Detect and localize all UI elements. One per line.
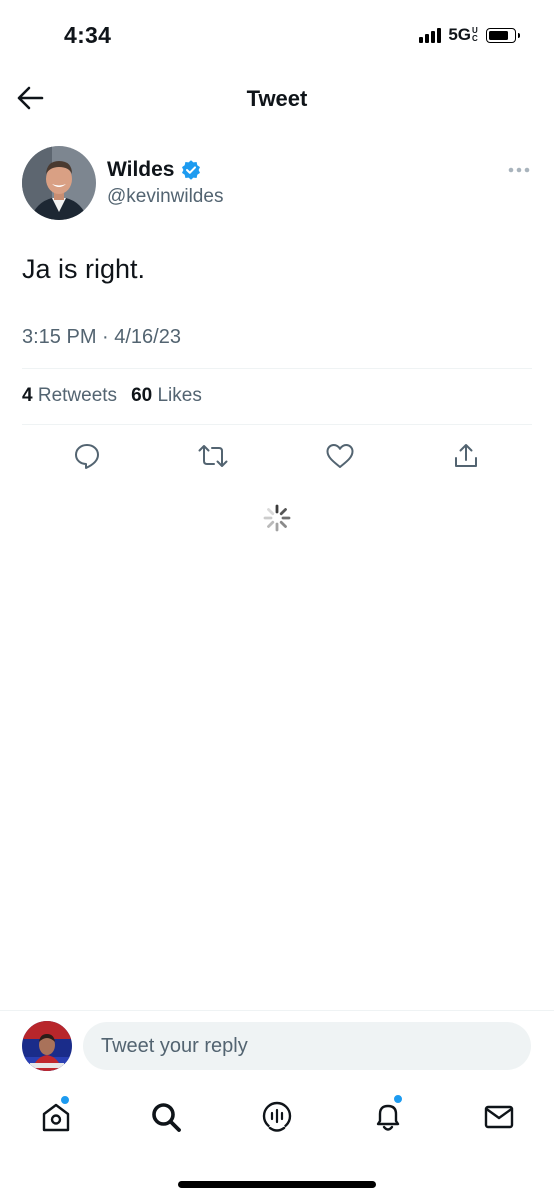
retweet-button[interactable] — [197, 440, 229, 472]
avatar[interactable] — [22, 146, 96, 220]
reply-icon — [75, 444, 99, 469]
like-icon — [326, 444, 354, 468]
reply-button[interactable] — [71, 440, 103, 472]
signal-icon — [419, 27, 442, 43]
network-indicator: 5G UC — [448, 25, 479, 45]
tab-spaces[interactable] — [258, 1098, 296, 1136]
home-indicator[interactable] — [178, 1181, 376, 1188]
share-icon — [455, 444, 477, 467]
loading-spinner-icon — [263, 504, 291, 532]
search-icon — [152, 1103, 181, 1132]
divider — [22, 368, 532, 369]
author-name[interactable]: Wildes — [107, 158, 175, 182]
author-name-row[interactable]: Wildes — [107, 158, 201, 182]
more-options-icon[interactable] — [507, 162, 531, 178]
status-icons: 5G UC — [419, 25, 520, 45]
divider — [22, 424, 532, 425]
author-handle[interactable]: @kevinwildes — [107, 186, 223, 208]
user-avatar[interactable] — [22, 1021, 72, 1071]
home-icon — [42, 1103, 70, 1132]
tab-notifications[interactable] — [369, 1094, 407, 1136]
page-title: Tweet — [246, 86, 308, 111]
tab-messages[interactable] — [480, 1098, 518, 1136]
reply-input[interactable] — [83, 1022, 531, 1070]
notifications-dot — [393, 1094, 403, 1104]
network-suffix: UC — [472, 26, 478, 43]
likes-count: 60 — [131, 385, 153, 406]
notifications-icon — [376, 1104, 400, 1131]
like-button[interactable] — [324, 440, 356, 472]
network-label: 5G — [448, 25, 471, 44]
tab-search[interactable] — [147, 1098, 185, 1136]
tweet-timestamp[interactable]: 3:15 PM · 4/16/23 — [22, 326, 181, 349]
spaces-icon — [262, 1101, 292, 1132]
messages-icon — [484, 1105, 514, 1129]
status-time: 4:34 — [64, 22, 112, 48]
retweets-stat[interactable]: 4 Retweets — [22, 385, 117, 407]
likes-stat[interactable]: 60 Likes — [131, 385, 202, 407]
share-button[interactable] — [450, 440, 482, 472]
retweets-count: 4 — [22, 385, 33, 406]
battery-icon — [486, 27, 520, 43]
verified-badge-icon — [181, 160, 200, 180]
likes-label: Likes — [157, 385, 202, 406]
tweet-stats: 4 Retweets 60 Likes — [22, 385, 202, 407]
divider — [0, 1010, 554, 1011]
tab-home[interactable] — [37, 1095, 75, 1136]
retweets-label: Retweets — [37, 385, 118, 406]
tweet-text: Ja is right. — [22, 254, 146, 284]
home-notification-dot — [60, 1095, 70, 1105]
retweet-icon — [198, 445, 228, 467]
